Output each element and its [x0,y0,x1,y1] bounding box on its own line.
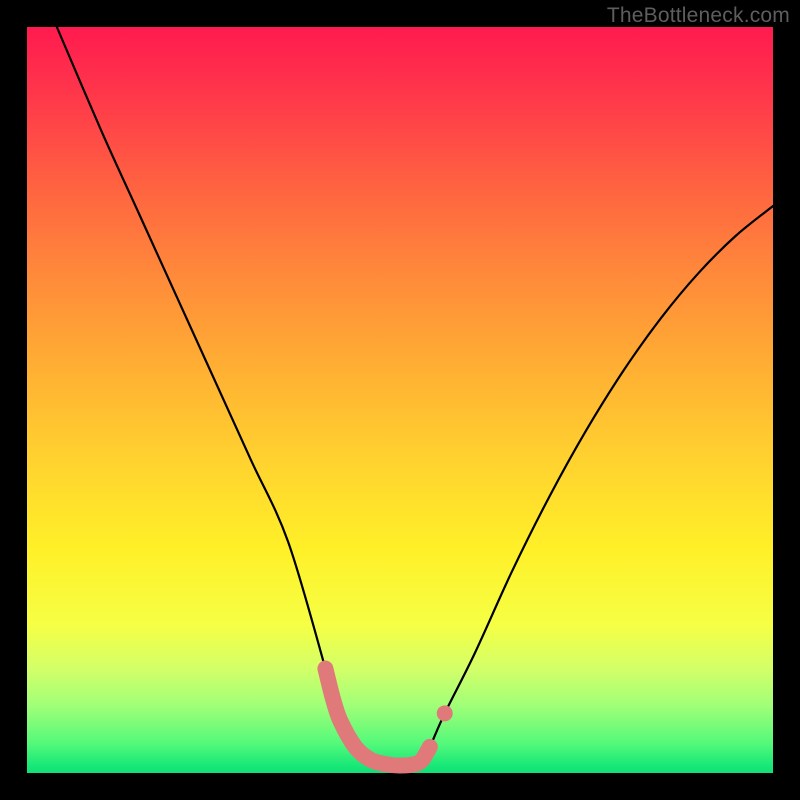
curve-pink-trough [325,669,429,766]
outer-frame: TheBottleneck.com [0,0,800,800]
pink-dot [437,705,453,721]
chart-svg [27,27,773,773]
watermark-text: TheBottleneck.com [607,4,790,28]
plot-area [27,27,773,773]
curve-black [57,27,773,766]
